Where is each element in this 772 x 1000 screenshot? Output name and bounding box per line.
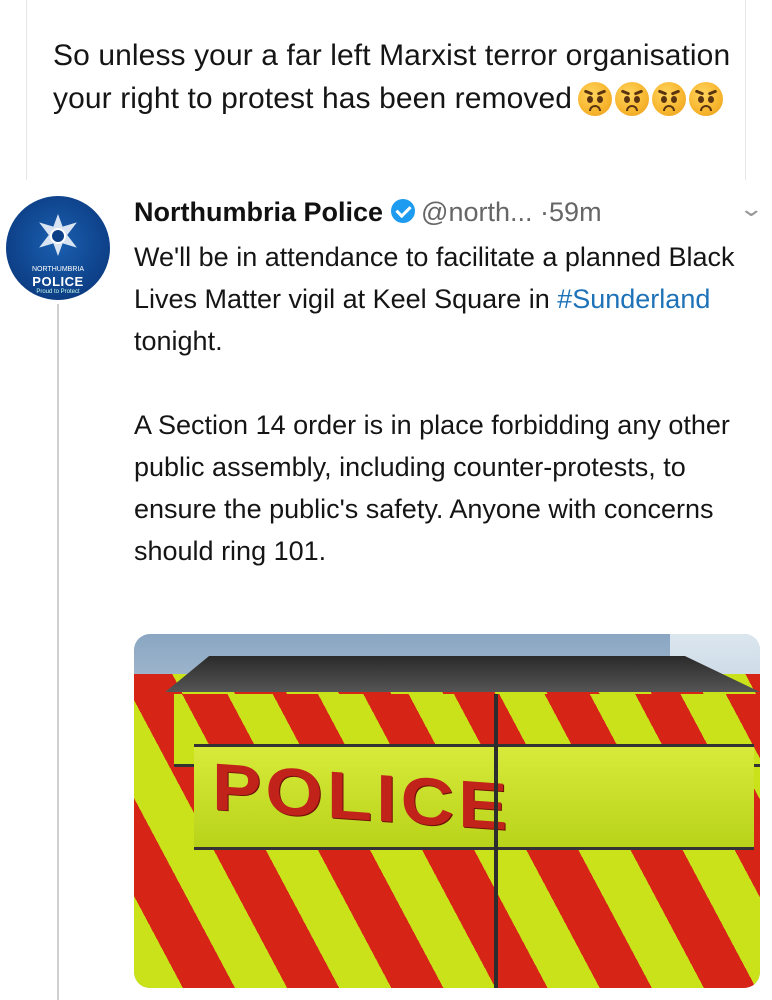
chevron-down-icon[interactable]: ⌄ — [738, 196, 764, 222]
crest-icon — [50, 228, 66, 244]
time-separator: · — [540, 197, 550, 227]
comment-card: So unless your a far left Marxist terror… — [26, 0, 746, 180]
tweet-body: We'll be in attendance to facilitate a p… — [134, 236, 754, 572]
tweet-header: Northumbria Police @north... ·59m — [134, 192, 602, 232]
avatar-line1: NORTHUMBRIA — [32, 266, 84, 273]
hashtag-link[interactable]: #Sunderland — [557, 284, 710, 314]
comment-text: So unless your a far left Marxist terror… — [53, 34, 733, 122]
tweet-text-1b: tonight. — [134, 326, 223, 356]
emoji-row — [578, 79, 726, 122]
angry-face-icon — [578, 81, 613, 116]
avatar-line3: Proud to Protect — [36, 289, 80, 295]
tweet-paragraph-1: We'll be in attendance to facilitate a p… — [134, 236, 754, 362]
author-name[interactable]: Northumbria Police — [134, 197, 383, 227]
tweet-media-image[interactable]: POLICE — [134, 634, 760, 988]
avatar-line2: POLICE — [32, 274, 84, 289]
van-door-split — [494, 694, 498, 988]
angry-face-icon — [652, 81, 687, 116]
author-handle[interactable]: @north... — [421, 197, 532, 227]
thread-line — [57, 304, 59, 1000]
angry-face-icon — [615, 81, 650, 116]
van-roof — [165, 656, 760, 692]
tweet-time[interactable]: 59m — [549, 197, 602, 227]
avatar[interactable]: NORTHUMBRIA POLICE Proud to Protect — [6, 196, 110, 300]
tweet-paragraph-2: A Section 14 order is in place forbiddin… — [134, 410, 730, 566]
angry-face-icon — [689, 81, 724, 116]
verified-badge-icon — [391, 198, 416, 223]
